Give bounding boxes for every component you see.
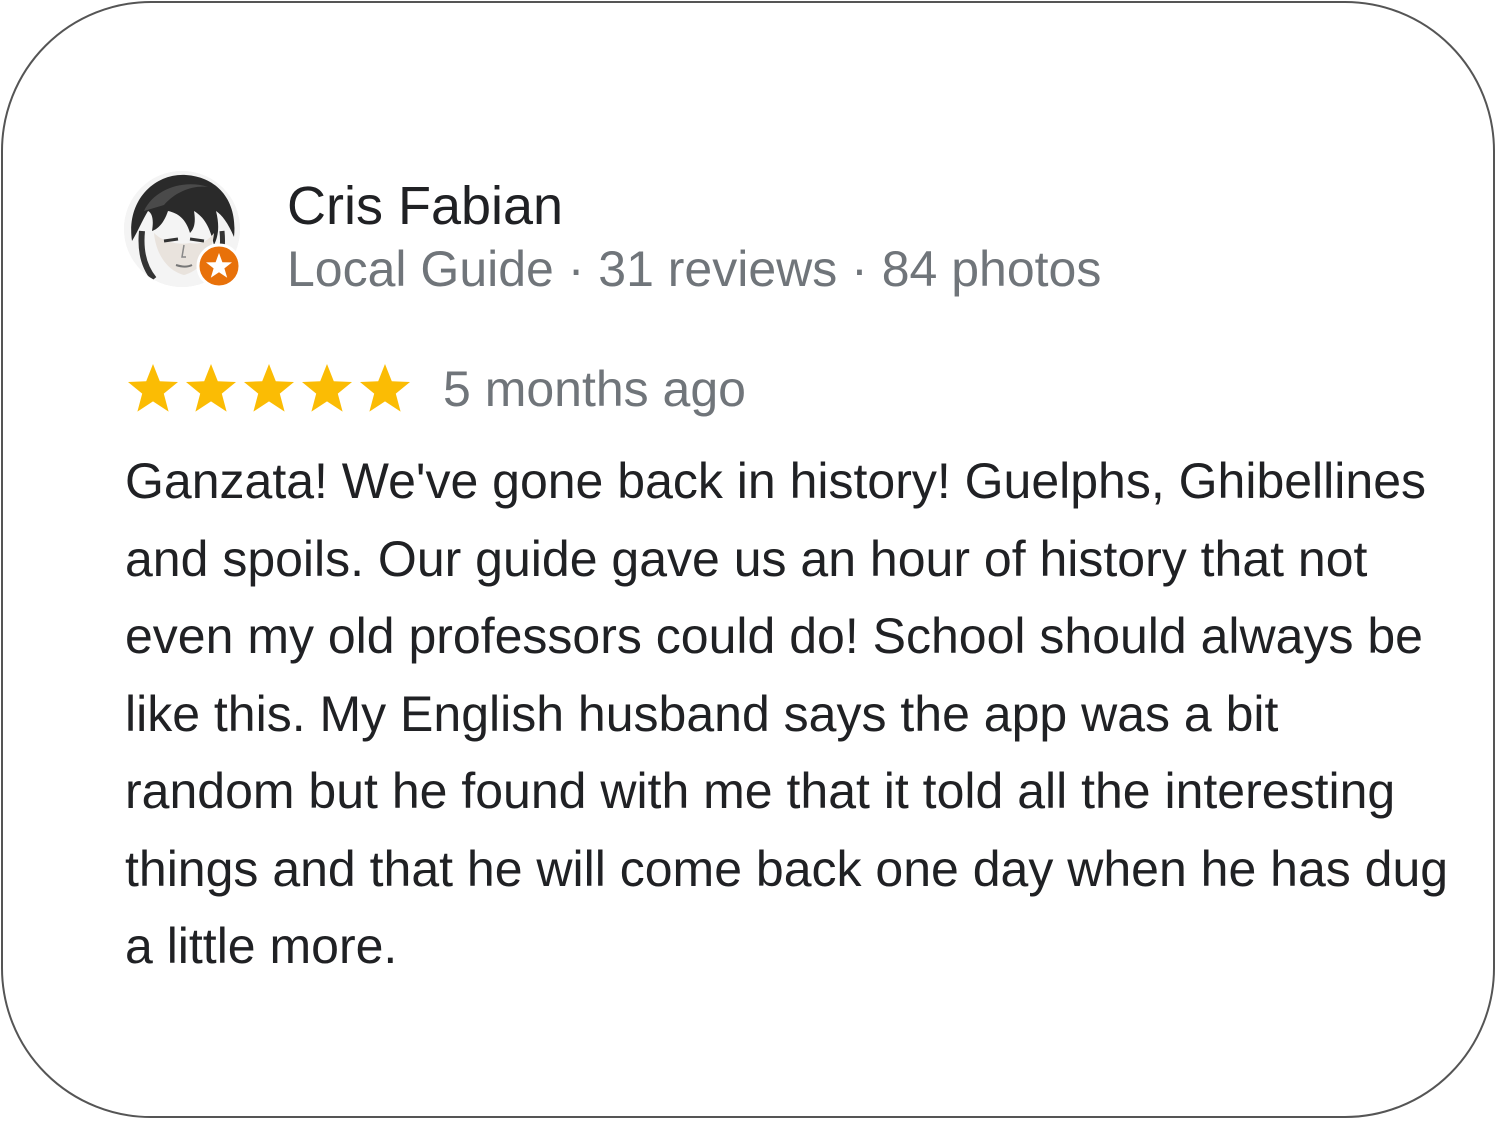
star-icon [360,364,410,412]
star-rating [124,361,414,417]
star-icon [186,364,236,412]
star-icon [302,364,352,412]
review-text: Ganzata! We've gone back in history! Gue… [125,453,1449,974]
reviewer-avatar[interactable] [124,171,242,289]
star-icon [128,364,178,412]
reviewer-meta: Local Guide · 31 reviews · 84 photos [287,241,1102,297]
reviewer-name[interactable]: Cris Fabian [287,175,563,237]
review-date: 5 months ago [443,361,746,417]
local-guide-badge-icon [196,243,242,289]
review-card: Cris Fabian Local Guide · 31 reviews · 8… [1,1,1495,1118]
star-icon [244,364,294,412]
